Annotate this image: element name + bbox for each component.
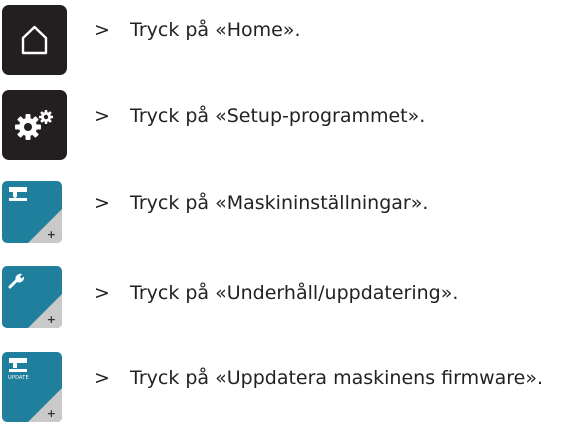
button-corner xyxy=(28,209,62,243)
setup-button[interactable] xyxy=(2,90,67,160)
sewing-machine-icon xyxy=(9,187,27,201)
update-firmware-button[interactable]: UPDATE + xyxy=(2,352,62,422)
plus-icon: + xyxy=(46,313,56,326)
plus-icon: + xyxy=(46,228,56,241)
button-corner xyxy=(28,388,62,422)
step-instruction: Tryck på «Underhåll/uppdatering». xyxy=(130,282,459,304)
step-instruction: Tryck på «Uppdatera maskinens firmware». xyxy=(130,367,544,389)
step-arrow: > xyxy=(94,367,110,389)
settings-gears-icon xyxy=(15,110,53,140)
step-instruction: Tryck på «Maskininställningar». xyxy=(130,192,429,214)
step-arrow: > xyxy=(94,192,110,214)
update-icon xyxy=(9,358,27,372)
plus-icon: + xyxy=(46,407,56,420)
step-update-firmware: UPDATE + > Tryck på «Uppdatera maskinens… xyxy=(0,0,580,422)
step-instruction: Tryck på «Setup-programmet». xyxy=(130,105,426,127)
maintenance-button[interactable]: + xyxy=(2,266,62,328)
step-arrow: > xyxy=(94,282,110,304)
button-corner xyxy=(28,294,62,328)
machine-settings-button[interactable]: + xyxy=(2,181,62,243)
wrench-icon xyxy=(8,273,25,289)
update-label: UPDATE xyxy=(8,375,29,381)
step-arrow: > xyxy=(94,105,110,127)
